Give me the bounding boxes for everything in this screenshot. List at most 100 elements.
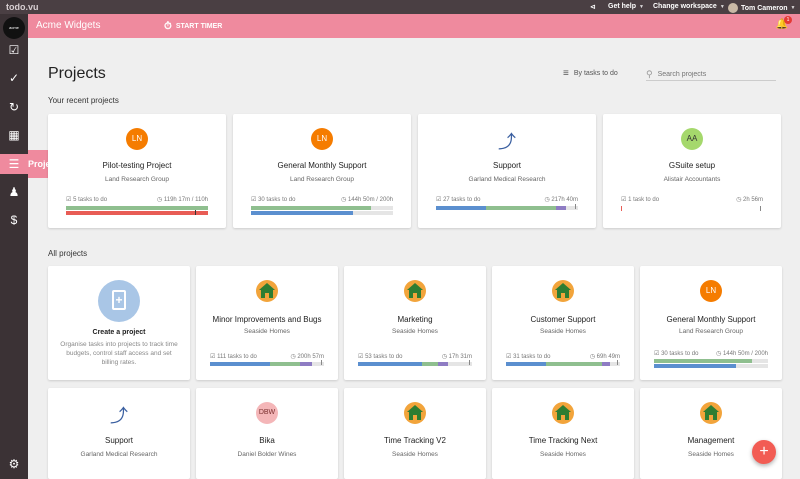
create-project-description: Organise tasks into projects to track ti… [60, 341, 178, 366]
clock-icon: ◷ [716, 351, 722, 357]
main-content: Projects ≡By tasks to do ⚲ Your recent p… [28, 38, 800, 479]
search-box: ⚲ [646, 68, 776, 81]
time-spent: ◷ 200h 57m [290, 354, 324, 360]
recent-project-card[interactable]: AA GSuite setup Alistair Accountants ☑ 1… [603, 114, 781, 228]
checkbox-icon: ☑ [506, 354, 512, 360]
tasks-checkbox-icon[interactable]: ☑ [0, 40, 28, 60]
user-menu[interactable]: Tom Cameron ▼ [728, 3, 796, 13]
people-icon[interactable]: ♟ [0, 182, 28, 202]
client-name: Daniel Bolder Wines [237, 451, 297, 458]
project-card[interactable]: DBW Bika Daniel Bolder Wines [196, 388, 338, 479]
house-icon [404, 280, 426, 302]
gear-icon[interactable]: ⚙ [0, 454, 28, 474]
project-name: Time Tracking V2 [384, 436, 446, 445]
budget-segment [66, 211, 208, 215]
checkbox-icon: ☑ [436, 197, 442, 203]
progress-segment [251, 206, 371, 210]
progress-segment [486, 206, 556, 210]
project-name: Marketing [397, 315, 433, 324]
recent-project-card[interactable]: LN General Monthly Support Land Research… [233, 114, 411, 228]
budget-marker [195, 210, 196, 215]
top-bar: todo.vu ⊲ Get help ▼ Change workspace ▼ To… [0, 0, 800, 14]
house-icon [552, 402, 574, 424]
progress-segment [546, 362, 602, 366]
add-project-button[interactable]: + [752, 440, 776, 464]
house-icon [552, 280, 574, 302]
progress-segment [210, 362, 270, 366]
recent-project-card[interactable]: LN Pilot-testing Project Land Research G… [48, 114, 226, 228]
budget-bar [66, 211, 208, 215]
house-icon [404, 402, 426, 424]
project-avatar: LN [311, 128, 333, 150]
recent-project-card[interactable]: ⤴ Support Garland Medical Research ☑ 27 … [418, 114, 596, 228]
project-card[interactable]: Time Tracking V2 Seaside Homes [344, 388, 486, 479]
checkbox-icon: ☑ [654, 351, 660, 357]
medical-logo-icon: ⤴ [498, 132, 516, 152]
clock-icon: ◷ [341, 197, 347, 203]
project-card[interactable]: Customer Support Seaside Homes ☑ 31 task… [492, 266, 634, 380]
time-spent: ◷ 119h 17m / 110h [156, 197, 208, 203]
time-spent: ◷ 144h 50m / 200h [716, 351, 768, 357]
clipboard-icon[interactable]: ☰ [0, 154, 28, 174]
time-spent: ◷ 69h 49m [589, 354, 620, 360]
tasks-count: ☑ 111 tasks to do [210, 354, 257, 360]
project-card[interactable]: ⤴ Support Garland Medical Research [48, 388, 190, 479]
tasks-count: ☑ 27 tasks to do [436, 197, 481, 203]
clock-icon: ◷ [156, 197, 163, 203]
search-input[interactable] [657, 70, 758, 78]
budget-marker [760, 206, 761, 211]
history-icon[interactable]: ↻ [0, 97, 28, 117]
client-name: Garland Medical Research [80, 451, 158, 458]
recent-projects-heading: Your recent projects [48, 96, 119, 105]
clipboard-plus-icon: + [98, 280, 140, 322]
progress-segment [506, 362, 546, 366]
tasks-count: ☑ 30 tasks to do [654, 351, 699, 357]
project-card[interactable]: Management Seaside Homes [640, 388, 782, 479]
client-name: Land Research Group [105, 176, 169, 183]
change-workspace-menu[interactable]: Change workspace ▼ [653, 3, 725, 10]
progress-segment [300, 362, 312, 366]
stopwatch-icon: ⏱ [164, 21, 172, 32]
progress-bar [506, 362, 620, 366]
caret-down-icon: ▼ [719, 3, 725, 10]
dollar-icon[interactable]: $ [0, 210, 28, 230]
project-card[interactable]: Time Tracking Next Seaside Homes [492, 388, 634, 479]
tasks-count: ☑ 5 tasks to do [66, 197, 108, 203]
app-logo[interactable]: todo.vu [6, 2, 39, 12]
notification-count-badge: 1 [784, 16, 792, 24]
project-name: General Monthly Support [666, 315, 756, 324]
share-icon[interactable]: ⊲ [590, 3, 596, 11]
workspace-bar: Acme Widgets ⏱ START TIMER 🔔 1 [28, 14, 800, 38]
building-icon[interactable]: ▦ [0, 125, 28, 145]
client-name: Land Research Group [290, 176, 354, 183]
project-card[interactable]: Minor Improvements and Bugs Seaside Home… [196, 266, 338, 380]
project-card[interactable]: LN General Monthly Support Land Research… [640, 266, 782, 380]
progress-segment [654, 359, 752, 363]
get-help-menu[interactable]: Get help ▼ [608, 3, 644, 10]
budget-segment [251, 211, 353, 215]
sort-button[interactable]: ≡ By tasks to do [563, 68, 618, 79]
client-name: Alistair Accountants [663, 176, 721, 183]
project-name: Time Tracking Next [528, 436, 598, 445]
client-name: Seaside Homes [244, 328, 290, 335]
project-avatar: LN [126, 128, 148, 150]
checkbox-icon: ☑ [621, 197, 627, 203]
tasks-count: ☑ 53 tasks to do [358, 354, 403, 360]
progress-segment [422, 362, 438, 366]
checklist-icon[interactable]: ✓ [0, 68, 28, 88]
search-icon: ⚲ [646, 68, 653, 79]
client-name: Seaside Homes [540, 451, 586, 458]
clock-icon: ◷ [441, 354, 447, 360]
all-projects-heading: All projects [48, 249, 88, 258]
create-project-card[interactable]: + Create a project Organise tasks into p… [48, 266, 190, 380]
tasks-count: ☑ 31 tasks to do [506, 354, 551, 360]
clock-icon: ◷ [589, 354, 595, 360]
account-avatar[interactable]: acme [3, 17, 25, 39]
sort-icon: ≡ [563, 68, 569, 79]
start-timer-button[interactable]: ⏱ START TIMER [164, 21, 222, 32]
progress-segment [556, 206, 566, 210]
project-avatar: LN [700, 280, 722, 302]
tasks-count: ☑ 30 tasks to do [251, 197, 296, 203]
project-card[interactable]: Marketing Seaside Homes ☑ 53 tasks to do… [344, 266, 486, 380]
caret-down-icon: ▼ [639, 3, 644, 10]
